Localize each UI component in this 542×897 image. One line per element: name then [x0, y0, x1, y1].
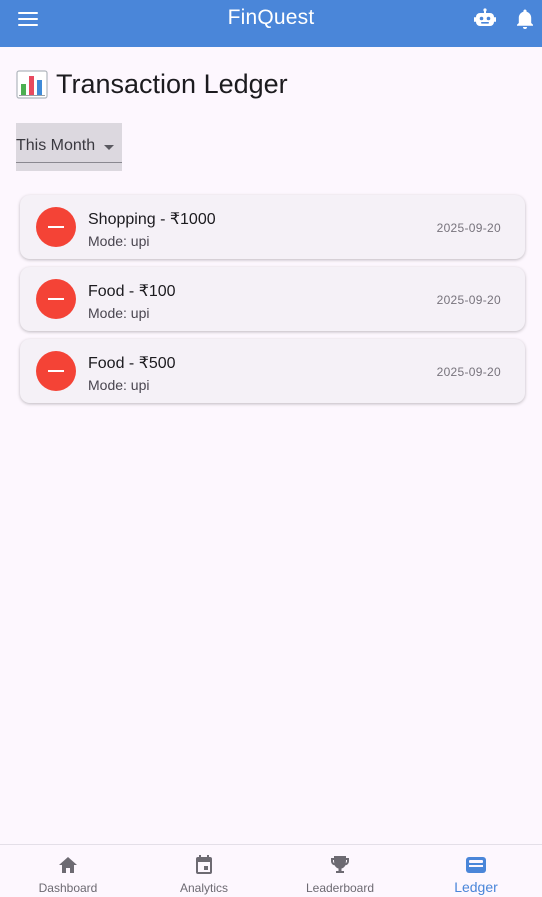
- dropdown-underline: [16, 162, 122, 163]
- minus-circle-icon: [36, 351, 76, 391]
- transaction-card[interactable]: Food - ₹500 Mode: upi 2025-09-20: [20, 339, 525, 403]
- page-title: Transaction Ledger: [56, 68, 288, 99]
- page-heading: Transaction Ledger: [16, 66, 288, 102]
- transaction-list: Shopping - ₹1000 Mode: upi 2025-09-20 Fo…: [20, 195, 525, 411]
- minus-circle-icon: [36, 279, 76, 319]
- calendar-icon: [196, 855, 212, 874]
- transaction-date: 2025-09-20: [436, 221, 501, 235]
- transaction-mode: Mode: upi: [88, 305, 150, 321]
- nav-label: Dashboard: [38, 881, 98, 895]
- transaction-title: Shopping - ₹1000: [88, 211, 216, 228]
- transaction-date: 2025-09-20: [436, 293, 501, 307]
- period-dropdown-value: This Month: [16, 137, 96, 154]
- nav-item-leaderboard[interactable]: Leaderboard: [272, 845, 408, 897]
- bottom-navigation: Dashboard Analytics Leaderboard Ledger: [0, 844, 542, 897]
- nav-item-ledger[interactable]: Ledger: [408, 845, 542, 897]
- trophy-icon: [331, 856, 349, 873]
- wallet-icon: [466, 857, 486, 873]
- bell-icon[interactable]: [515, 8, 535, 30]
- bar-chart-emoji-icon: [16, 70, 48, 99]
- transaction-date: 2025-09-20: [436, 365, 501, 379]
- app-root: FinQuest Transaction Ledger This Month S…: [0, 0, 542, 897]
- minus-circle-icon: [36, 207, 76, 247]
- period-dropdown[interactable]: This Month: [16, 123, 122, 171]
- nav-label: Analytics: [179, 881, 229, 895]
- transaction-card[interactable]: Food - ₹100 Mode: upi 2025-09-20: [20, 267, 525, 331]
- transaction-mode: Mode: upi: [88, 233, 150, 249]
- nav-label: Ledger: [454, 879, 498, 895]
- transaction-card[interactable]: Shopping - ₹1000 Mode: upi 2025-09-20: [20, 195, 525, 259]
- transaction-title: Food - ₹100: [88, 283, 176, 300]
- nav-label: Leaderboard: [305, 881, 375, 895]
- transaction-title: Food - ₹500: [88, 355, 176, 372]
- robot-icon[interactable]: [474, 8, 496, 30]
- app-title: FinQuest: [227, 6, 315, 29]
- nav-item-dashboard[interactable]: Dashboard: [0, 845, 136, 897]
- home-icon: [59, 857, 77, 873]
- nav-item-analytics[interactable]: Analytics: [136, 845, 272, 897]
- chevron-down-icon: [104, 145, 114, 150]
- transaction-mode: Mode: upi: [88, 377, 150, 393]
- app-bar: FinQuest: [0, 0, 542, 47]
